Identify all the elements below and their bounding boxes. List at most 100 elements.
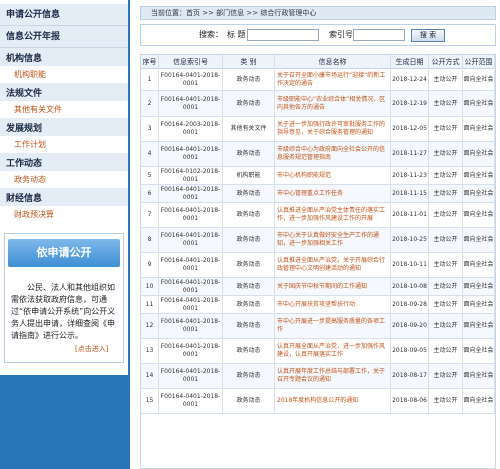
table-row: 13 F00164-0401-2018-0001 政务动态 认真开展全面从严治党，进一… (141, 339, 495, 364)
cell-date: 2018-09-20 (391, 314, 429, 338)
search-field-label: 标 题 (227, 30, 246, 39)
page: 申请公开信息 信息公开年报 机构信息 机构职能 法规文件 其他有关文件 发展规划… (0, 0, 500, 469)
cell-category: 机构职能 (223, 167, 275, 184)
column-header: 序号 (141, 55, 159, 69)
cell-scope: 面向全社会 (463, 167, 495, 184)
cell-title[interactable]: 认真推进全面从严治党主体责任的落实工作，进一步加强作风建设工作的开展 (275, 203, 391, 227)
cell-date: 2018-10-11 (391, 253, 429, 277)
cell-title[interactable]: 市中心机构职能规范 (275, 167, 391, 184)
cell-index: F00164-0102-2018-0001 (159, 167, 223, 184)
sidebar-sub-work-plan[interactable]: 工作计划 (0, 136, 128, 153)
column-header: 生成日期 (391, 55, 429, 69)
cell-index: F00164-0401-2018-0001 (159, 253, 223, 277)
table-row: 8 F00164-0401-2018-0001 政务动态 市中心关于认真做好安全生产工… (141, 228, 495, 253)
cell-title[interactable]: 市中心开展进一步提高服务质量的各项工作 (275, 314, 391, 338)
sidebar-item-annual-report[interactable]: 信息公开年报 (0, 26, 128, 48)
column-header: 信息名称 (275, 55, 391, 69)
cell-index: F00164-0401-2018-0001 (159, 296, 223, 313)
cell-category: 政务动态 (223, 339, 275, 363)
cell-index: F00164-0401-2018-0001 (159, 142, 223, 166)
cell-title[interactable]: 2018年度机构信息公开的通知 (275, 389, 391, 413)
column-header: 公开方式 (429, 55, 463, 69)
index-label: 索引号 (329, 30, 353, 39)
table-row: 1 F00164-0401-2018-0001 政务动态 关于召开全面小康市场运行“迎… (141, 70, 495, 91)
main-content: 当前位置：首页 >> 部门信息 >> 综合行政管理中心 搜索： 标 题 索引号 … (134, 0, 500, 469)
cell-no: 10 (141, 278, 159, 295)
cell-scope: 面向全社会 (463, 339, 495, 363)
cell-date: 2018-09-05 (391, 339, 429, 363)
sidebar-sub-other-docs[interactable]: 其他有关文件 (0, 101, 128, 118)
cell-index: F00164-2003-2018-0001 (159, 117, 223, 141)
cell-index: F00164-0401-2018-0001 (159, 389, 223, 413)
cell-scope: 面向全社会 (463, 91, 495, 116)
cell-scope: 面向全社会 (463, 203, 495, 227)
cell-scope: 面向全社会 (463, 296, 495, 313)
column-header: 公开范围 (463, 55, 495, 69)
cell-date: 2018-11-23 (391, 167, 429, 184)
cell-category: 政务动态 (223, 296, 275, 313)
cell-index: F00164-0401-2018-0001 (159, 278, 223, 295)
cell-title[interactable]: 市中心管理重点工作任务 (275, 185, 391, 202)
cell-title[interactable]: 认真开展全面从严治党，进一步加强作风建设，认真开展落实工作 (275, 339, 391, 363)
search-button[interactable]: 搜 索 (411, 29, 445, 42)
apply-enter-link[interactable]: [点击进入] (75, 344, 108, 354)
apply-banner[interactable]: 依申请公开 (8, 239, 120, 267)
sidebar-item-apply[interactable]: 申请公开信息 (0, 4, 128, 26)
cell-title[interactable]: 市中心开展扶贫攻坚帮扶行动 (275, 296, 391, 313)
table-row: 14 F00164-0401-2018-0001 政务动态 认真开展年度工作总结与部署… (141, 364, 495, 389)
apply-description: 公民、法人和其他组织如需依法获取政府信息，可通过“依申请公开系统”向公开义务人提… (11, 283, 116, 340)
cell-mode: 主动公开 (429, 364, 463, 388)
cell-scope: 面向全社会 (463, 142, 495, 166)
cell-no: 15 (141, 389, 159, 413)
cell-index: F00164-0401-2018-0001 (159, 70, 223, 90)
cell-index: F00164-0401-2018-0001 (159, 203, 223, 227)
cell-title[interactable]: 关于召开全面小康市场运行“迎接”的新工作决定的通告 (275, 70, 391, 90)
cell-index: F00164-0401-2018-0001 (159, 314, 223, 338)
cell-title[interactable]: 关于进一步加强行政许可审批服务工作的指导意见，关于综合服务管理的通知 (275, 117, 391, 141)
cell-mode: 主动公开 (429, 389, 463, 413)
title-search-input[interactable] (247, 29, 319, 41)
cell-no: 3 (141, 117, 159, 141)
sidebar: 申请公开信息 信息公开年报 机构信息 机构职能 法规文件 其他有关文件 发展规划… (0, 0, 130, 469)
cell-scope: 面向全社会 (463, 117, 495, 141)
cell-title[interactable]: 认真推进全面从严治党，关于开展综合行政管理中心文明创建活动的通知 (275, 253, 391, 277)
cell-no: 5 (141, 167, 159, 184)
cell-mode: 主动公开 (429, 278, 463, 295)
cell-no: 14 (141, 364, 159, 388)
table-header: 序号 信息索引号类 别信息名称 生成日期 公开方式 公开范围 (141, 55, 495, 69)
index-search-input[interactable] (353, 29, 405, 41)
cell-mode: 主动公开 (429, 314, 463, 338)
cell-index: F00164-0401-2018-0001 (159, 91, 223, 116)
cell-category: 政务动态 (223, 91, 275, 116)
cell-scope: 面向全社会 (463, 70, 495, 90)
cell-no: 9 (141, 253, 159, 277)
cell-mode: 主动公开 (429, 142, 463, 166)
search-label: 搜索： (199, 30, 223, 39)
cell-mode: 主动公开 (429, 203, 463, 227)
apply-box: 依申请公开 公民、法人和其他组织如需依法获取政府信息，可通过“依申请公开系统”向… (4, 233, 124, 363)
cell-mode: 主动公开 (429, 91, 463, 116)
cell-category: 政务动态 (223, 70, 275, 90)
cell-title[interactable]: 市级职能中心“农业综合体”相关情况，区内其他各方的通告 (275, 91, 391, 116)
sidebar-sub-budget[interactable]: 财政预决算 (0, 206, 128, 223)
cell-index: F00164-0401-2018-0001 (159, 228, 223, 252)
table-row: 3 F00164-2003-2018-0001 其他有关文件 关于进一步加强行政许可审… (141, 117, 495, 142)
cell-date: 2018-10-25 (391, 228, 429, 252)
cell-title[interactable]: 市中心关于认真做好安全生产工作的通知，进一步加强相关工作 (275, 228, 391, 252)
info-table: 序号 信息索引号类 别信息名称 生成日期 公开方式 公开范围 1 F00164-0401-… (140, 54, 496, 469)
cell-date: 2018-12-24 (391, 70, 429, 90)
cell-scope: 面向全社会 (463, 278, 495, 295)
cell-no: 7 (141, 203, 159, 227)
sidebar-sub-gov-news[interactable]: 政务动态 (0, 171, 128, 188)
cell-mode: 主动公开 (429, 117, 463, 141)
cell-title[interactable]: 关于国庆节中秋节期间的工作通知 (275, 278, 391, 295)
cell-no: 6 (141, 185, 159, 202)
table-row: 4 F00164-0401-2018-0001 政务动态 市级综合中心为政府面向全社会… (141, 142, 495, 167)
cell-category: 其他有关文件 (223, 117, 275, 141)
sidebar-sub-org-function[interactable]: 机构职能 (0, 66, 128, 83)
cell-date: 2018-09-28 (391, 296, 429, 313)
cell-scope: 面向全社会 (463, 185, 495, 202)
cell-category: 政务动态 (223, 142, 275, 166)
cell-title[interactable]: 市级综合中心为政府面向全社会公开的信息服务规范管理指南 (275, 142, 391, 166)
cell-title[interactable]: 认真开展年度工作总结与部署工作，关于召开专题会议的通知 (275, 364, 391, 388)
